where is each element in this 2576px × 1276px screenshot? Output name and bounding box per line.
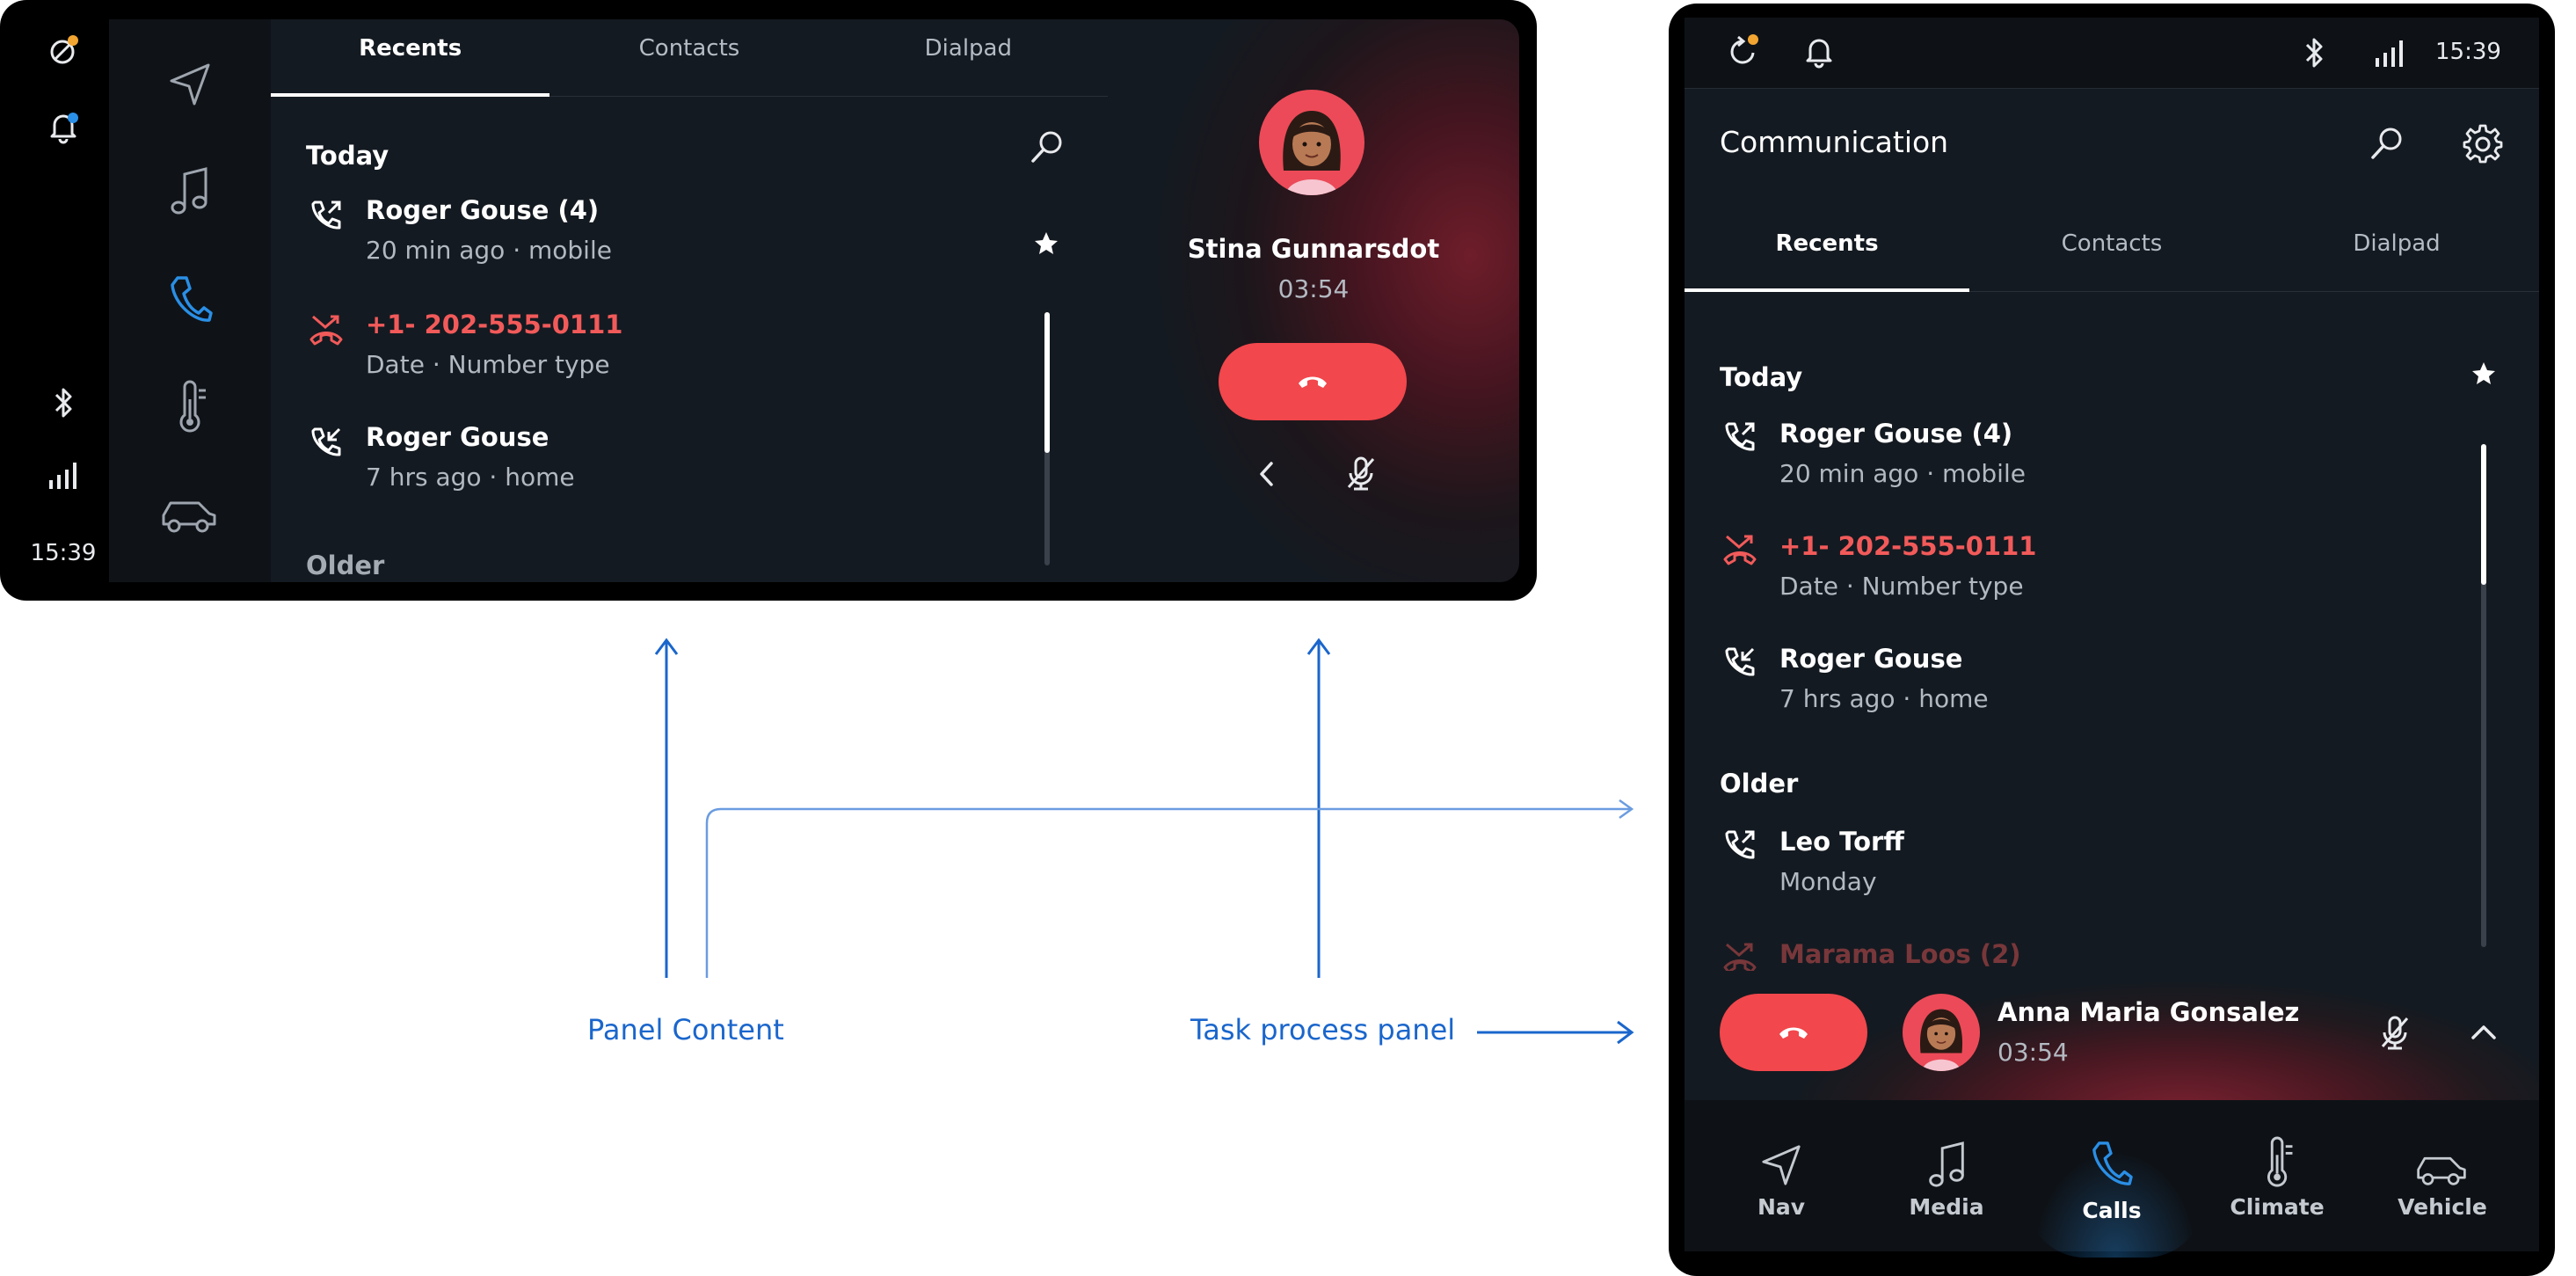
music-note-icon	[1927, 1141, 1966, 1189]
tab-bar: Recents Contacts Dialpad	[1685, 230, 2539, 257]
car-icon	[2414, 1152, 2469, 1187]
missed-call-icon	[1721, 941, 1758, 971]
outgoing-call-icon	[1723, 420, 1757, 454]
end-call-button[interactable]	[1720, 994, 1867, 1071]
status-time: 15:39	[2435, 39, 2501, 65]
active-tab-indicator	[1685, 288, 1969, 292]
call-log-detail: Monday	[1779, 867, 1877, 896]
call-log-row[interactable]: Roger Gouse 7 hrs ago · home	[1713, 631, 2469, 728]
call-log-detail: Date · Number type	[1779, 572, 2024, 601]
bluetooth-icon[interactable]	[2303, 37, 2325, 69]
call-log-name: Roger Gouse (4)	[1779, 419, 2013, 448]
incoming-call-icon	[1723, 645, 1757, 679]
sync-status-icon[interactable]	[1727, 33, 1760, 67]
nav-label: Calls	[2082, 1198, 2142, 1223]
annotation-panel-content: Panel Content	[587, 1013, 784, 1046]
caller-name: Anna Maria Gonsalez	[1997, 997, 2300, 1027]
nav-label: Nav	[1757, 1194, 1806, 1220]
avatar	[1903, 994, 1980, 1071]
hang-up-icon	[1777, 1022, 1810, 1041]
section-older: Older	[1720, 769, 1799, 798]
call-log-row[interactable]: Marama Loos (2)	[1713, 927, 2469, 971]
missed-call-icon	[1721, 533, 1758, 565]
nav-item-nav[interactable]: Nav	[1711, 1134, 1852, 1231]
status-divider	[1685, 88, 2539, 89]
call-log-detail: 7 hrs ago · home	[1779, 684, 1989, 713]
nav-item-vehicle[interactable]: Vehicle	[2372, 1134, 2513, 1231]
notification-bell-icon[interactable]	[1804, 35, 1834, 69]
call-duration: 03:54	[1997, 1038, 2069, 1067]
call-log-row[interactable]: Roger Gouse (4) 20 min ago · mobile	[1713, 406, 2469, 503]
annotation-task-process-panel: Task process panel	[1190, 1013, 1456, 1046]
page-title: Communication	[1720, 125, 1949, 159]
nav-label: Vehicle	[2398, 1194, 2487, 1220]
call-log-row[interactable]: Leo Torff Monday	[1713, 814, 2469, 911]
nav-label: Climate	[2230, 1194, 2325, 1220]
navigation-arrow-icon	[1760, 1143, 1802, 1187]
call-log-name: Roger Gouse	[1779, 644, 1963, 674]
call-log-name: Marama Loos (2)	[1779, 939, 2021, 969]
outgoing-call-icon	[1723, 828, 1757, 862]
gear-icon[interactable]	[2463, 124, 2503, 164]
section-today: Today	[1720, 362, 1803, 392]
call-log-name: Leo Torff	[1779, 827, 1904, 857]
call-log-row[interactable]: +1- 202-555-0111 Date · Number type	[1713, 519, 2469, 616]
phone-icon	[2091, 1140, 2133, 1187]
scrollbar-thumb[interactable]	[2481, 444, 2486, 585]
search-icon[interactable]	[2369, 125, 2405, 162]
favorite-star-icon[interactable]	[2470, 361, 2497, 387]
tab-contacts[interactable]: Contacts	[1969, 230, 2254, 257]
call-log-detail: 20 min ago · mobile	[1779, 459, 2026, 488]
nav-label: Media	[1909, 1194, 1984, 1220]
thermometer-icon	[2261, 1136, 2296, 1189]
tab-recents[interactable]: Recents	[1685, 230, 1969, 257]
tab-dialpad[interactable]: Dialpad	[2254, 230, 2539, 257]
chevron-up-icon[interactable]	[2470, 1024, 2497, 1041]
nav-item-calls[interactable]: Calls	[2041, 1134, 2182, 1231]
mute-microphone-icon[interactable]	[2379, 1015, 2411, 1050]
signal-strength-icon	[2374, 40, 2405, 67]
nav-item-media[interactable]: Media	[1876, 1134, 2017, 1231]
call-log-name: +1- 202-555-0111	[1779, 531, 2037, 561]
nav-item-climate[interactable]: Climate	[2207, 1134, 2347, 1231]
